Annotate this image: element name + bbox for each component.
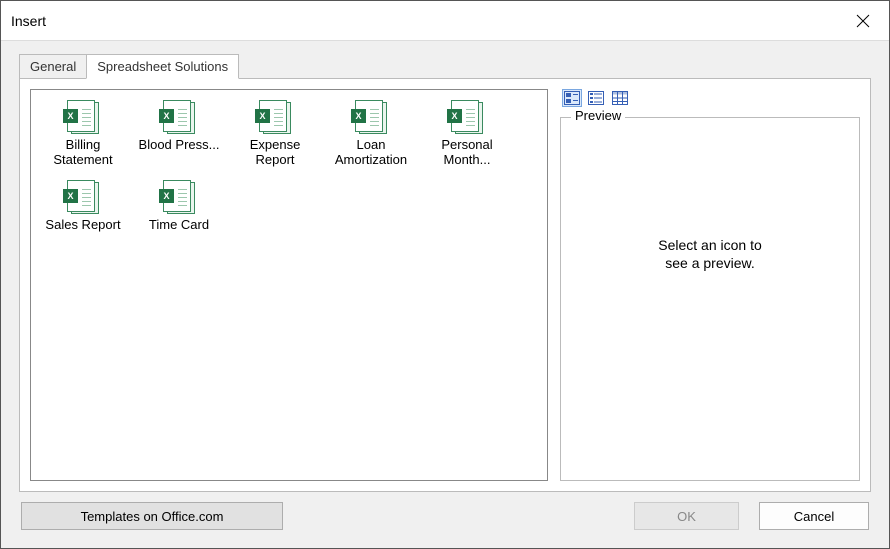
excel-template-icon: X (257, 100, 293, 136)
template-label: Loan Amortization (325, 138, 417, 168)
view-list-button[interactable] (586, 89, 606, 107)
excel-template-icon: X (353, 100, 389, 136)
view-large-icons-button[interactable] (562, 89, 582, 107)
template-billing-statement[interactable]: X Billing Statement (35, 98, 131, 178)
titlebar: Insert (1, 1, 889, 41)
tab-spreadsheet-solutions[interactable]: Spreadsheet Solutions (86, 54, 239, 79)
preview-column: Preview Select an icon to see a preview. (560, 89, 860, 481)
template-label: Time Card (149, 218, 209, 233)
large-icons-icon (564, 91, 580, 105)
excel-template-icon: X (65, 180, 101, 216)
preview-box: Preview Select an icon to see a preview. (560, 117, 860, 481)
excel-template-icon: X (65, 100, 101, 136)
template-label: Personal Month... (421, 138, 513, 168)
excel-template-icon: X (161, 100, 197, 136)
template-blood-pressure[interactable]: X Blood Press... (131, 98, 227, 178)
tab-general[interactable]: General (19, 54, 87, 79)
window-title: Insert (11, 13, 46, 29)
templates-online-button[interactable]: Templates on Office.com (21, 502, 283, 530)
ok-button: OK (634, 502, 739, 530)
button-row: Templates on Office.com OK Cancel (19, 492, 871, 536)
template-personal-monthly[interactable]: X Personal Month... (419, 98, 515, 178)
template-label: Expense Report (229, 138, 321, 168)
close-icon (856, 14, 870, 28)
excel-template-icon: X (161, 180, 197, 216)
preview-label: Preview (571, 108, 625, 123)
tabstrip: General Spreadsheet Solutions (19, 53, 871, 78)
template-time-card[interactable]: X Time Card (131, 178, 227, 258)
preview-placeholder: Select an icon to see a preview. (658, 236, 762, 272)
template-label: Billing Statement (37, 138, 129, 168)
template-loan-amortization[interactable]: X Loan Amortization (323, 98, 419, 178)
template-list[interactable]: X Billing Statement X Blood Press... (30, 89, 548, 481)
template-label: Blood Press... (139, 138, 220, 153)
template-label: Sales Report (45, 218, 120, 233)
dialog-body: General Spreadsheet Solutions X Billing … (1, 41, 889, 548)
template-sales-report[interactable]: X Sales Report (35, 178, 131, 258)
close-button[interactable] (845, 7, 881, 35)
view-details-button[interactable] (610, 89, 630, 107)
tab-panel: X Billing Statement X Blood Press... (19, 78, 871, 492)
details-icon (612, 91, 628, 105)
insert-dialog: Insert General Spreadsheet Solutions X B… (0, 0, 890, 549)
cancel-button[interactable]: Cancel (759, 502, 869, 530)
excel-template-icon: X (449, 100, 485, 136)
list-icon (588, 91, 604, 105)
template-expense-report[interactable]: X Expense Report (227, 98, 323, 178)
